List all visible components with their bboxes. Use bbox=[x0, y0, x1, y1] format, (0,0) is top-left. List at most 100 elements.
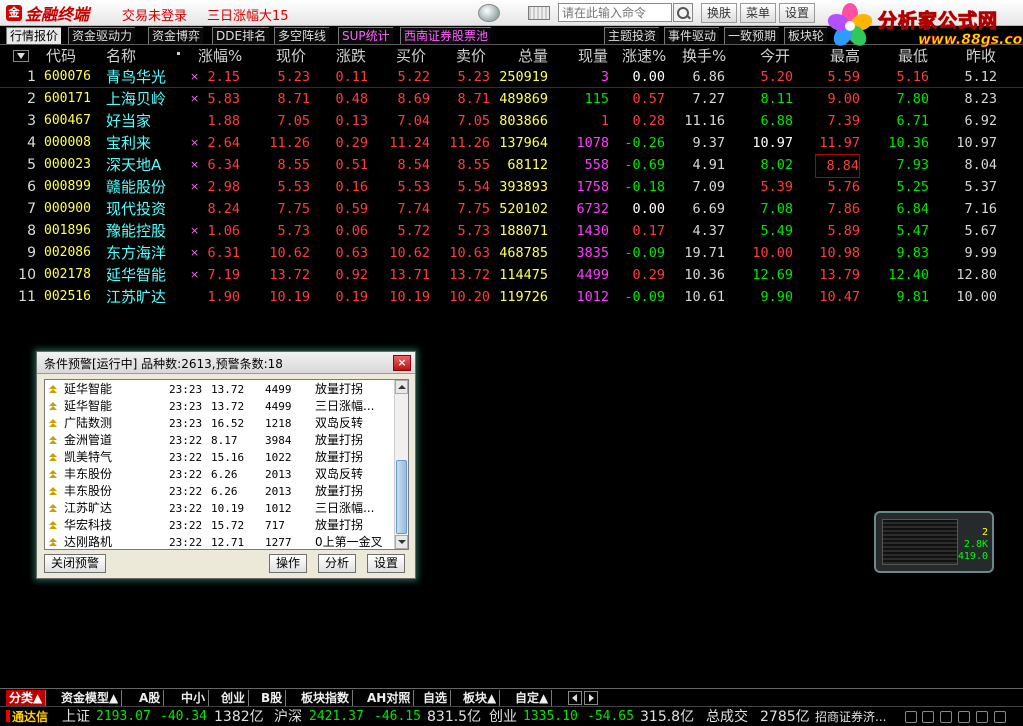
tab-sup-stats[interactable]: SUP统计 bbox=[338, 27, 393, 44]
tab-watchlist[interactable]: 自选 bbox=[420, 690, 452, 706]
list-item[interactable]: 广陆数测 23:23 16.52 1218 双岛反转 bbox=[45, 415, 395, 432]
row-marker: × bbox=[190, 224, 200, 237]
table-row[interactable]: 9 002086 东方海洋 × 6.31 10.62 0.63 10.62 10… bbox=[0, 242, 1023, 264]
operate-button[interactable]: 操作 bbox=[269, 554, 308, 573]
alert-settings-button[interactable]: 设置 bbox=[367, 554, 406, 573]
close-icon[interactable]: × bbox=[393, 355, 411, 371]
tab-sector-rotation[interactable]: 板块轮 bbox=[784, 27, 828, 44]
col-volume[interactable]: 总量 bbox=[518, 46, 548, 66]
active-formula-label[interactable]: 三日涨幅大15 bbox=[207, 5, 289, 24]
settings-button[interactable]: 设置 bbox=[779, 3, 816, 23]
mini-monitor-widget[interactable]: 2 2.8K 419.0 bbox=[874, 511, 994, 573]
list-item[interactable]: 江苏旷达 23:22 10.19 1012 三日涨幅... bbox=[45, 500, 395, 517]
chevron-down-icon[interactable] bbox=[13, 50, 29, 62]
sh-index-label[interactable]: 上证 bbox=[62, 707, 90, 726]
list-item[interactable]: 丰东股份 23:22 6.26 2013 放量打拐 bbox=[45, 483, 395, 500]
bell-icon[interactable] bbox=[958, 711, 970, 723]
table-row[interactable]: 6 000899 赣能股份 × 2.98 5.53 0.16 5.53 5.54… bbox=[0, 176, 1023, 198]
col-change-pct[interactable]: 涨幅% bbox=[198, 46, 242, 66]
tab-ah-compare[interactable]: AH对照 bbox=[364, 690, 415, 706]
alert-scrollbar[interactable] bbox=[394, 380, 408, 549]
tab-quotes[interactable]: 行情报价 bbox=[6, 27, 62, 44]
stock-name: 延华智能 bbox=[106, 266, 167, 284]
scroll-down-icon[interactable] bbox=[395, 535, 408, 549]
scroll-thumb[interactable] bbox=[396, 460, 407, 534]
tab-category[interactable]: 分类▲ bbox=[6, 690, 47, 706]
table-row[interactable]: 2 600171 上海贝岭 × 5.83 8.71 0.48 8.69 8.71… bbox=[0, 88, 1023, 110]
tab-fund-model[interactable]: 资金模型▲ bbox=[58, 690, 123, 706]
table-row[interactable]: 4 000008 宝利来 × 2.64 11.26 0.29 11.24 11.… bbox=[0, 132, 1023, 154]
tab-event-drive[interactable]: 事件驱动 bbox=[664, 27, 720, 44]
tab-consensus[interactable]: 一致预期 bbox=[724, 27, 780, 44]
tab-southwest-pool[interactable]: 西南证券股票池 bbox=[400, 27, 492, 44]
tab-fund-drive[interactable]: 资金驱动力 bbox=[68, 27, 136, 44]
broker-name[interactable]: 招商证券济... bbox=[815, 707, 886, 726]
gem-index-amount: 315.8亿 bbox=[640, 709, 695, 725]
tab-b-shares[interactable]: B股 bbox=[258, 690, 287, 706]
col-price[interactable]: 现价 bbox=[276, 46, 306, 66]
stock-code: 000900 bbox=[44, 201, 91, 216]
connection-icon[interactable] bbox=[922, 711, 934, 723]
scroll-up-icon[interactable] bbox=[395, 380, 408, 394]
col-current-volume[interactable]: 现量 bbox=[578, 46, 608, 66]
skin-button[interactable]: 换肤 bbox=[701, 3, 738, 23]
tab-a-shares[interactable]: A股 bbox=[136, 690, 165, 706]
col-change[interactable]: 涨跌 bbox=[336, 46, 366, 66]
tab-custom[interactable]: 自定▲ bbox=[512, 690, 553, 706]
volume: 250919 bbox=[499, 69, 548, 85]
close-alert-button[interactable]: 关闭预警 bbox=[44, 554, 107, 573]
tab-gem[interactable]: 创业 bbox=[218, 690, 250, 706]
alert-title-bar[interactable]: 条件预警[运行中] 品种数:2613,预警条数:18 × bbox=[37, 352, 415, 374]
tab-dde-rank[interactable]: DDE排名 bbox=[212, 27, 270, 44]
menu-button[interactable]: 菜单 bbox=[740, 3, 777, 23]
tab-sector-index[interactable]: 板块指数 bbox=[298, 690, 354, 706]
keyboard-icon[interactable] bbox=[528, 6, 550, 20]
table-row[interactable]: 11 002516 江苏旷达 1.90 10.19 0.19 10.19 10.… bbox=[0, 286, 1023, 308]
table-row[interactable]: 8 001896 豫能控股 × 1.06 5.73 0.06 5.72 5.73… bbox=[0, 220, 1023, 242]
refresh-icon[interactable] bbox=[905, 711, 917, 723]
tab-long-short[interactable]: 多空阵线 bbox=[274, 27, 330, 44]
mail-icon[interactable] bbox=[940, 711, 952, 723]
list-item[interactable]: 金洲管道 23:22 8.17 3984 放量打拐 bbox=[45, 432, 395, 449]
table-row[interactable]: 3 600467 好当家 1.88 7.05 0.13 7.04 7.05 80… bbox=[0, 110, 1023, 132]
list-item[interactable]: 丰东股份 23:22 6.26 2013 双岛反转 bbox=[45, 466, 395, 483]
col-bid[interactable]: 买价 bbox=[396, 46, 426, 66]
table-row[interactable]: 5 000023 深天地A × 6.34 8.55 0.51 8.54 8.55… bbox=[0, 154, 1023, 178]
turnover: 19.71 bbox=[684, 245, 725, 261]
search-icon[interactable] bbox=[673, 3, 693, 22]
prev-close: 9.99 bbox=[964, 245, 997, 261]
low: 12.40 bbox=[888, 267, 929, 283]
tab-sector[interactable]: 板块▲ bbox=[460, 690, 501, 706]
lock-icon[interactable] bbox=[994, 711, 1006, 723]
tab-fund-game[interactable]: 资金博弈 bbox=[148, 27, 204, 44]
table-row[interactable]: 1 600076 青鸟华光 × 2.15 5.23 0.11 5.22 5.23… bbox=[0, 66, 1023, 88]
hs-index-label[interactable]: 沪深 bbox=[274, 707, 302, 726]
table-row[interactable]: 10 002178 延华智能 × 7.19 13.72 0.92 13.71 1… bbox=[0, 264, 1023, 286]
chart-icon[interactable] bbox=[976, 711, 988, 723]
analyze-button[interactable]: 分析 bbox=[318, 554, 357, 573]
col-open[interactable]: 今开 bbox=[760, 46, 790, 66]
col-ask[interactable]: 卖价 bbox=[456, 46, 486, 66]
trade-login-status[interactable]: 交易未登录 bbox=[122, 5, 187, 24]
arrow-up-icon bbox=[49, 402, 57, 410]
table-row[interactable]: 7 000900 现代投资 8.24 7.75 0.59 7.74 7.75 5… bbox=[0, 198, 1023, 220]
gem-index-label[interactable]: 创业 bbox=[489, 707, 517, 726]
globe-icon[interactable] bbox=[478, 4, 500, 22]
tab-sme[interactable]: 中小 bbox=[178, 690, 210, 706]
stock-code: 002086 bbox=[44, 245, 91, 260]
col-speed[interactable]: 涨速% bbox=[622, 46, 666, 66]
col-name[interactable]: 名称 bbox=[106, 46, 136, 66]
alert-signal: 0上第一金叉 bbox=[315, 535, 383, 549]
list-item[interactable]: 华宏科技 23:22 15.72 717 放量打拐 bbox=[45, 517, 395, 534]
chevron-right-icon[interactable] bbox=[584, 691, 598, 705]
bid: 5.22 bbox=[397, 69, 430, 85]
chevron-left-icon[interactable] bbox=[568, 691, 582, 705]
list-item[interactable]: 凯美特气 23:22 15.16 1022 放量打拐 bbox=[45, 449, 395, 466]
list-item[interactable]: 延华智能 23:23 13.72 4499 三日涨幅... bbox=[45, 398, 395, 415]
list-item[interactable]: 延华智能 23:23 13.72 4499 放量打拐 bbox=[45, 381, 395, 398]
tab-theme-invest[interactable]: 主题投资 bbox=[604, 27, 660, 44]
col-turnover[interactable]: 换手% bbox=[682, 46, 726, 66]
list-item[interactable]: 达刚路机 23:22 12.71 1277 0上第一金叉 bbox=[45, 534, 395, 549]
col-code[interactable]: 代码 bbox=[46, 46, 76, 66]
command-input[interactable] bbox=[558, 3, 672, 22]
